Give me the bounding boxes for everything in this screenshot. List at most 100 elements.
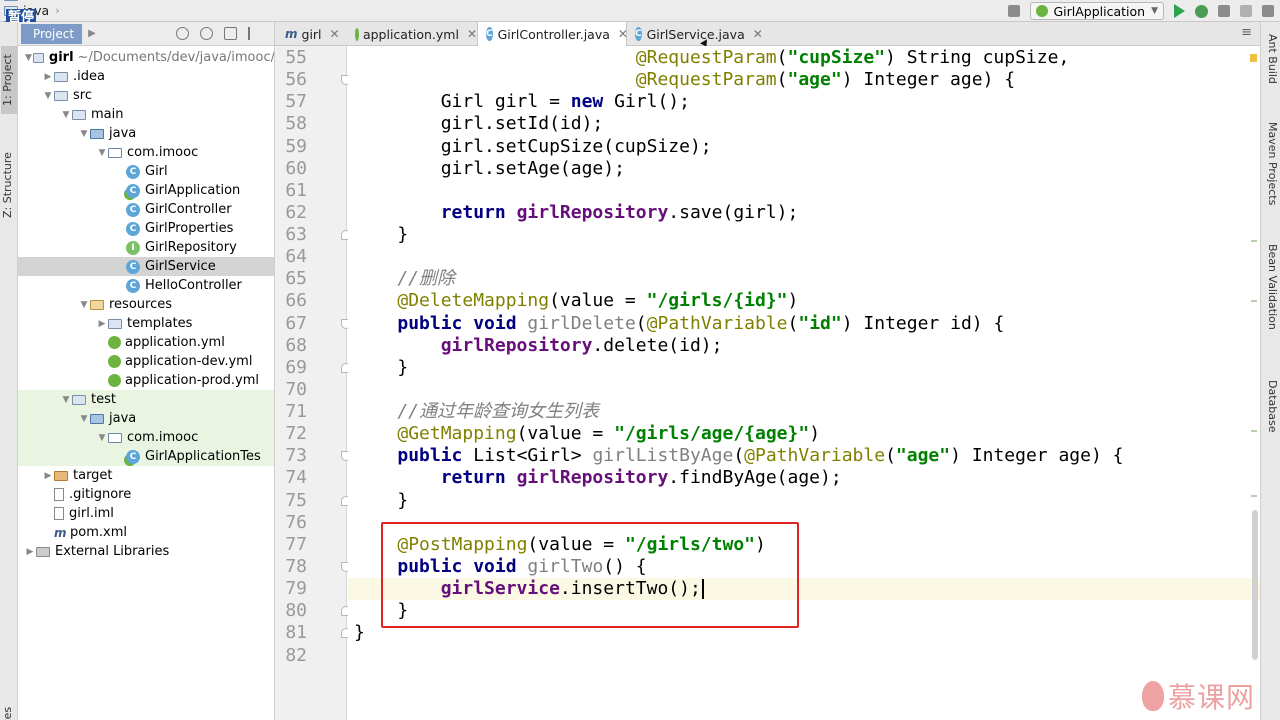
excluded-folder-icon <box>54 470 68 481</box>
chevron-right-icon[interactable]: ▶ <box>42 471 54 481</box>
build-icon[interactable] <box>1008 5 1021 17</box>
tree-item-label: .idea <box>73 69 105 84</box>
tree-item-path: ~/Documents/dev/java/imooc/ <box>77 50 275 65</box>
watermark-text: 慕课网 <box>1168 681 1256 714</box>
code-token: @DeleteMapping <box>397 290 550 312</box>
chevron-down-icon[interactable]: ▼ <box>96 433 108 443</box>
code-token: (value = <box>549 290 647 312</box>
code-line: Girl girl = new Girl(); <box>354 91 690 113</box>
tree-item[interactable]: I GirlRepository <box>18 238 274 257</box>
chevron-right-icon[interactable]: ▶ <box>88 28 96 39</box>
code-line: } <box>354 622 365 644</box>
scroll-tick <box>1251 430 1257 432</box>
class-icon: C <box>126 164 140 179</box>
tool-tab-structure[interactable]: Z: Structure <box>1 140 17 230</box>
tree-item[interactable]: C HelloController <box>18 276 274 295</box>
tab-girl-service[interactable]: C GirlService.java ✕ <box>627 22 763 46</box>
debug-icon[interactable] <box>1195 4 1208 18</box>
tree-item[interactable]: .gitignore <box>18 485 274 504</box>
tree-item[interactable]: application-dev.yml <box>18 352 274 371</box>
code-token: girl.setId(id); <box>354 113 604 135</box>
code-token: return <box>440 201 506 223</box>
tab-application-yml[interactable]: application.yml ✕ <box>347 22 477 46</box>
tool-tab-project[interactable]: 1: Project <box>1 46 17 114</box>
chevron-down-icon[interactable]: ▼ <box>78 300 90 310</box>
class-icon: C <box>126 221 140 236</box>
tree-item[interactable]: ▼ main <box>18 105 274 124</box>
tree-item[interactable]: ▼ girl ~/Documents/dev/java/imooc/ <box>18 48 275 67</box>
chevron-right-icon[interactable]: ▶ <box>96 319 108 329</box>
chevron-down-icon[interactable]: ▼ <box>24 53 33 63</box>
tree-item[interactable]: ▶ External Libraries <box>18 542 274 561</box>
tab-girl-controller[interactable]: C GirlController.java ✕ <box>477 22 628 46</box>
tree-item[interactable]: C GirlProperties <box>18 219 274 238</box>
tree-item[interactable]: m pom.xml <box>18 523 274 542</box>
chevron-down-icon[interactable]: ▼ <box>78 129 90 139</box>
tool-tab-ant-build[interactable]: Ant Build <box>1263 34 1279 114</box>
close-icon[interactable]: ✕ <box>467 27 477 41</box>
warning-marker[interactable] <box>1250 54 1257 62</box>
folder-icon <box>54 71 68 82</box>
line-number: 82 <box>285 644 307 666</box>
tree-item[interactable]: C Girl <box>18 162 274 181</box>
interface-icon: I <box>126 240 140 255</box>
tree-item-label: pom.xml <box>70 525 127 540</box>
chevron-down-icon[interactable]: ▼ <box>96 148 108 158</box>
line-number: 68 <box>285 334 307 356</box>
close-icon[interactable]: ✕ <box>753 27 763 41</box>
hide-panel-icon[interactable] <box>248 27 261 40</box>
tree-item[interactable]: ▼ java <box>18 124 274 143</box>
tree-item-label: resources <box>109 297 173 312</box>
tool-tab-maven-projects[interactable]: Maven Projects <box>1263 122 1279 242</box>
code-token: ( <box>776 69 788 91</box>
tab-girl[interactable]: m girl ✕ <box>277 22 347 46</box>
close-icon[interactable]: ✕ <box>330 27 340 41</box>
tree-item[interactable]: ▶ templates <box>18 314 274 333</box>
tree-item[interactable]: ▶ .idea <box>18 67 274 86</box>
project-structure-icon[interactable] <box>1262 5 1274 17</box>
run-configuration-select[interactable]: GirlApplication ▼ <box>1030 2 1164 20</box>
tree-item[interactable]: ▼ resources <box>18 295 274 314</box>
tree-item[interactable]: C GirlService <box>18 257 274 276</box>
tree-item[interactable]: application-prod.yml <box>18 371 274 390</box>
tool-tab-favorites[interactable]: orites <box>1 702 17 720</box>
tree-item[interactable]: ▼ com.imooc <box>18 428 274 447</box>
chevron-down-icon[interactable]: ▼ <box>60 395 72 405</box>
gear-icon[interactable] <box>224 27 237 40</box>
tree-item[interactable]: ▼ test <box>18 390 274 409</box>
tree-item[interactable]: ▼ src <box>18 86 274 105</box>
tree-item[interactable]: ▼ com.imooc <box>18 143 274 162</box>
tree-item[interactable]: C GirlApplicationTes <box>18 447 274 466</box>
tabs-overflow-icon[interactable]: ≡ <box>1241 25 1252 40</box>
editor-scrollbar[interactable] <box>1252 510 1258 660</box>
tree-item[interactable]: ▶ target <box>18 466 274 485</box>
tree-item[interactable]: girl.iml <box>18 504 274 523</box>
chevron-down-icon[interactable]: ▼ <box>42 91 54 101</box>
tree-item[interactable]: C GirlApplication <box>18 181 274 200</box>
run-configuration-label: GirlApplication <box>1053 3 1146 19</box>
tree-item[interactable]: C GirlController <box>18 200 274 219</box>
tree-item[interactable]: ▼ java <box>18 409 274 428</box>
code-token: ( <box>733 445 745 467</box>
project-view-select[interactable]: Project <box>21 23 83 44</box>
chevron-right-icon[interactable]: ▶ <box>24 547 36 557</box>
tool-tab-database[interactable]: Database <box>1263 380 1279 460</box>
code-token: girl.setCupSize(cupSize); <box>354 135 712 157</box>
test-folder-icon <box>90 413 104 424</box>
chevron-down-icon[interactable]: ▼ <box>78 414 90 424</box>
run-icon[interactable] <box>1174 4 1185 18</box>
tool-tab-bean-validation[interactable]: Bean Validation <box>1263 244 1279 374</box>
coverage-icon[interactable] <box>1218 5 1230 17</box>
tree-item[interactable]: application.yml <box>18 333 274 352</box>
locate-icon[interactable] <box>176 27 189 40</box>
chevron-down-icon[interactable]: ▼ <box>60 110 72 120</box>
stop-icon[interactable] <box>1240 5 1252 17</box>
chevron-right-icon[interactable]: ▶ <box>42 72 54 82</box>
collapse-all-icon[interactable] <box>200 27 213 40</box>
code-token: "age" <box>895 445 951 467</box>
line-number: 57 <box>285 91 307 113</box>
editor-gutter[interactable]: 55 56 57 58 59 60 61 62 63 64 65 66 67 68 69 70 71 72 73 74… <box>275 46 351 720</box>
project-panel-header: Project ▶ <box>18 22 274 46</box>
